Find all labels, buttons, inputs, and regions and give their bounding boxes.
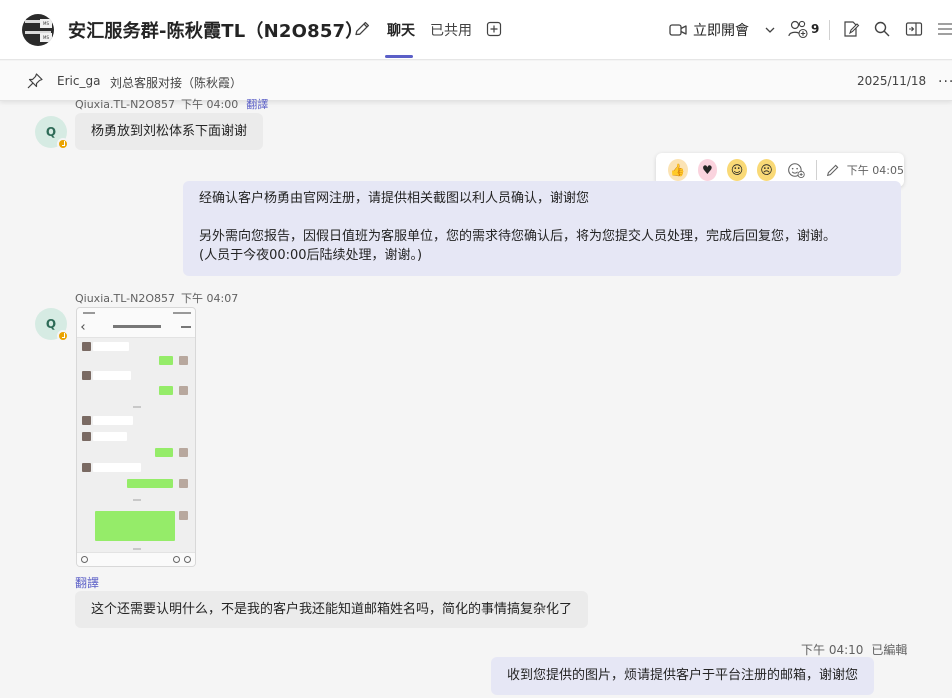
avatar-initial: Q — [45, 125, 57, 139]
tab-chat[interactable]: 聊天 — [387, 20, 415, 40]
message-time: 下午 04:05 — [846, 164, 904, 177]
chat-title: 安汇服务群-陈秋霞TL（N2O857） — [68, 21, 364, 42]
message-time: 下午 04:07 — [181, 292, 239, 305]
people-add-icon — [788, 20, 808, 39]
away-status-icon — [57, 138, 69, 150]
message-meta: Qiuxia.TL-N2O857 下午 04:00 翻譯 — [75, 96, 268, 112]
avatar[interactable]: Q — [35, 308, 69, 342]
message-time: 下午 04:00 — [181, 98, 239, 111]
sender-name: Qiuxia.TL-N2O857 — [75, 292, 175, 305]
pinned-sender: Eric_ga — [57, 74, 101, 88]
tab-shared[interactable]: 已共用 — [430, 20, 472, 40]
pinned-text: 刘总客服对接（陈秋霞） — [110, 76, 243, 90]
notes-icon[interactable] — [842, 20, 860, 38]
reaction-divider — [815, 160, 817, 180]
message-bubble[interactable]: 这个还需要认明什么，不是我的客户我还能知道邮箱姓名吗，简化的事情搞复杂化了 — [75, 591, 589, 628]
avatar[interactable]: Q — [35, 116, 69, 150]
meet-now-label: 立即開會 — [693, 23, 749, 39]
surprised-reaction-icon[interactable]: ☹ — [756, 159, 777, 181]
pinned-message-bar[interactable]: Eric_ga 刘总客服对接（陈秋霞） 2025/11/18 ··· — [0, 61, 952, 101]
collapse-icon[interactable] — [936, 20, 952, 38]
group-avatar[interactable]: MS MS — [22, 14, 54, 46]
message-text: 收到您提供的图片，烦请提供客户于平台注册的邮箱，谢谢您 — [507, 668, 859, 683]
add-tab-icon[interactable] — [486, 21, 502, 37]
screenshot-input-bar — [77, 552, 195, 566]
message-time: 下午 04:10 — [801, 643, 864, 657]
pop-out-chat-icon[interactable] — [905, 20, 923, 38]
message-text: 这个还需要认明什么，不是我的客户我还能知道邮箱姓名吗，简化的事情搞复杂化了 — [91, 602, 573, 617]
pinned-date: 2025/11/18 — [857, 74, 927, 88]
screenshot-header — [77, 308, 195, 338]
heart-reaction-icon[interactable]: ♥ — [697, 159, 718, 181]
message-bubble[interactable]: 经确认客户杨勇由官网注册，请提供相关截图以利人员确认，谢谢您 另外需向您报告，因… — [183, 181, 901, 276]
translate-link[interactable]: 翻譯 — [246, 98, 268, 111]
like-reaction-icon[interactable]: 👍 — [668, 159, 688, 181]
away-status-icon — [57, 330, 69, 342]
edit-title-icon[interactable] — [352, 19, 372, 39]
search-icon[interactable] — [873, 20, 891, 38]
message-meta: 下午 04:10 已編輯 — [801, 641, 907, 658]
image-attachment[interactable] — [76, 307, 196, 567]
header-divider — [829, 20, 830, 40]
edited-label: 已編輯 — [871, 643, 908, 657]
video-camera-icon — [669, 24, 687, 36]
laugh-reaction-icon[interactable]: ☺ — [727, 159, 747, 181]
chevron-down-icon[interactable] — [763, 23, 777, 37]
message-meta: Qiuxia.TL-N2O857 下午 04:07 — [75, 290, 238, 306]
more-options-icon[interactable]: ··· — [938, 74, 952, 90]
translate-link[interactable]: 翻譯 — [75, 576, 99, 590]
meet-now-button[interactable]: 立即開會 — [669, 20, 749, 40]
participants-button[interactable]: 9 — [787, 19, 819, 39]
more-reactions-icon[interactable] — [786, 159, 806, 181]
message-text: 另外需向您报告，因假日值班为客服单位，您的需求待您确认后，将为您提交人员处理，完… — [199, 229, 837, 244]
sender-name: Qiuxia.TL-N2O857 — [75, 98, 175, 111]
message-text: 经确认客户杨勇由官网注册，请提供相关截图以利人员确认，谢谢您 — [199, 191, 590, 206]
participant-count: 9 — [811, 22, 820, 36]
pin-icon — [27, 73, 43, 89]
avatar-initial: Q — [45, 317, 57, 331]
message-text: 杨勇放到刘松体系下面谢谢 — [91, 124, 248, 139]
edit-message-icon[interactable] — [825, 161, 841, 179]
chat-header: MS MS 安汇服务群-陈秋霞TL（N2O857） 聊天 已共用 立即開會 9 — [0, 0, 952, 60]
active-tab-indicator — [385, 55, 413, 58]
message-bubble[interactable]: 收到您提供的图片，烦请提供客户于平台注册的邮箱，谢谢您 — [491, 657, 875, 695]
message-bubble[interactable]: 杨勇放到刘松体系下面谢谢 — [75, 113, 264, 150]
translate-row: 翻譯 — [75, 574, 99, 591]
message-text: (人员于今夜00:00后陆续处理，谢谢。) — [199, 248, 423, 263]
